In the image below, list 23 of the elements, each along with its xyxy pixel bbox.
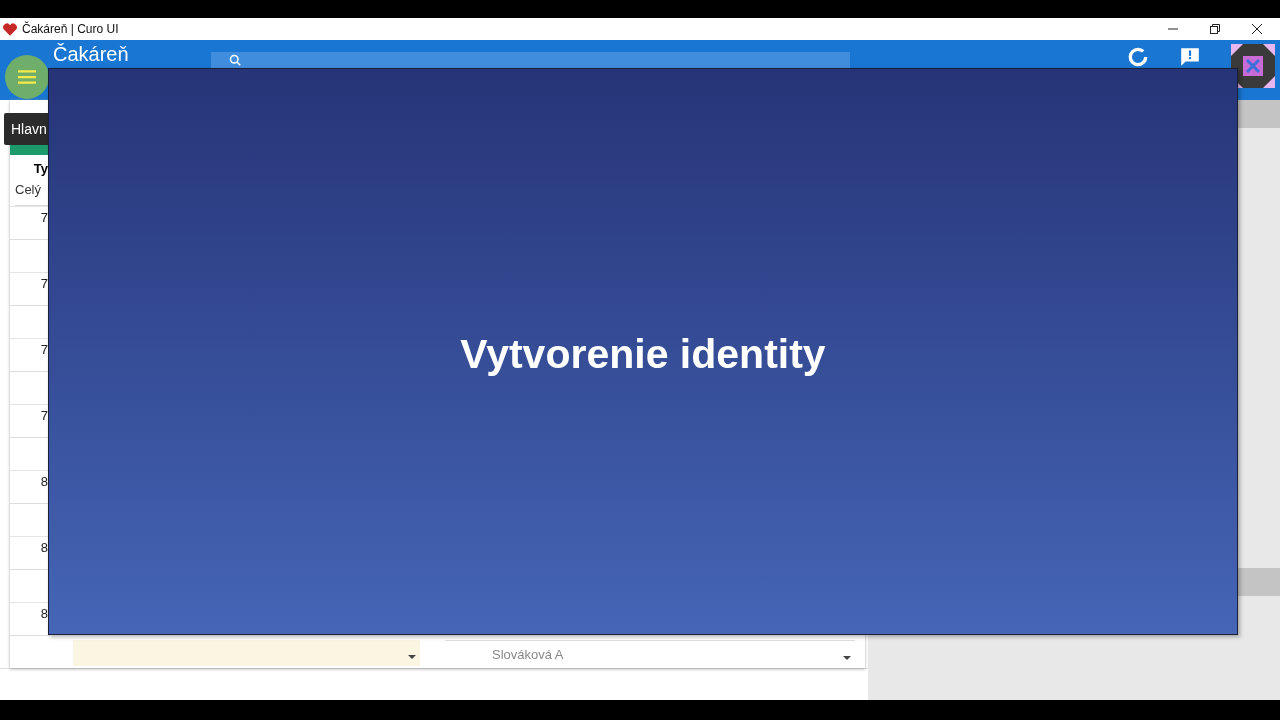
window-title: Čakáreň | Curo UI <box>22 22 119 36</box>
refresh-icon[interactable] <box>1127 46 1149 68</box>
menu-icon <box>18 70 36 84</box>
tab-strip <box>10 145 48 155</box>
avatar-icon[interactable] <box>1231 44 1275 88</box>
dialog-title: Vytvorenie identity <box>460 331 826 379</box>
column-header: Ty <box>32 160 48 176</box>
time-cell-text: 8 <box>39 473 48 489</box>
page-title: Čakáreň <box>53 43 130 65</box>
restore-icon[interactable] <box>1210 24 1220 34</box>
time-cell-text: 8 <box>39 539 48 555</box>
search-icon <box>229 54 241 66</box>
heart-icon <box>3 22 17 36</box>
time-cell-text: 7 <box>39 407 48 423</box>
time-cell-text: 8 <box>39 605 48 621</box>
time-cell-text: 7 <box>39 275 48 291</box>
caret-icon <box>408 655 416 659</box>
caret-icon <box>843 656 851 660</box>
time-cell-text: 7 <box>39 209 48 225</box>
close-icon[interactable] <box>1252 24 1262 34</box>
time-cell-text: 7 <box>39 341 48 357</box>
feedback-icon[interactable] <box>1179 46 1201 68</box>
menu-button[interactable] <box>5 55 49 99</box>
